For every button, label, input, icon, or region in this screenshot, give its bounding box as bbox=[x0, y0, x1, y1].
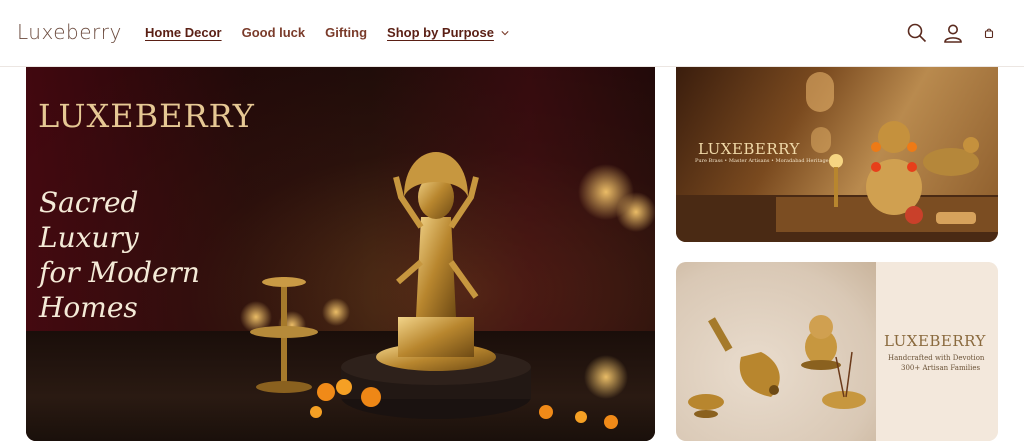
chevron-down-icon bbox=[501, 30, 509, 35]
nav-gifting[interactable]: Gifting bbox=[325, 25, 367, 40]
tagline-line: Homes bbox=[39, 291, 138, 324]
nav-shop-by-purpose[interactable]: Shop by Purpose bbox=[387, 25, 509, 40]
header-icons bbox=[894, 20, 1002, 46]
tile-bottom-subline-2: 300+ Artisan Families bbox=[901, 364, 981, 372]
search-button[interactable] bbox=[904, 20, 930, 46]
account-icon bbox=[944, 24, 962, 43]
hero-banner[interactable]: LUXEBERRY Sacred Luxury for Modern Homes bbox=[26, 67, 655, 441]
tagline-line: Luxury bbox=[39, 221, 139, 254]
nav-home-decor-label: Home Decor bbox=[145, 25, 222, 40]
nav-good-luck[interactable]: Good luck bbox=[242, 25, 306, 40]
cart-button[interactable] bbox=[976, 20, 1002, 46]
brass-objects-illustration bbox=[688, 315, 866, 418]
search-icon bbox=[907, 23, 927, 43]
nav-shop-by-purpose-label: Shop by Purpose bbox=[387, 25, 494, 40]
brass-objects-photo bbox=[676, 262, 876, 441]
promo-tile-heritage[interactable]: LUXEBERRY Pure Brass • Master Artisans •… bbox=[676, 67, 998, 242]
tile-bottom-text-panel bbox=[876, 262, 998, 441]
tagline-line: Sacred bbox=[39, 186, 139, 219]
nav-good-luck-label: Good luck bbox=[241, 25, 306, 40]
site-logo[interactable]: Luxeberry bbox=[17, 20, 122, 44]
nav-gifting-label: Gifting bbox=[325, 25, 368, 40]
hero-brand: LUXEBERRY bbox=[38, 97, 255, 135]
nav-home-decor[interactable]: Home Decor bbox=[145, 25, 222, 40]
tile-top-brand: LUXEBERRY bbox=[698, 140, 800, 158]
tile-bottom-subline-1: Handcrafted with Devotion bbox=[888, 354, 985, 362]
account-button[interactable] bbox=[940, 20, 966, 46]
promo-tile-handcrafted[interactable]: LUXEBERRY Handcrafted with Devotion 300+… bbox=[676, 262, 998, 441]
cart-icon bbox=[984, 28, 994, 39]
hero-tagline: Sacred Luxury for Modern Homes bbox=[39, 185, 279, 325]
site-header: Luxeberry Home Decor Good luck Gifting S… bbox=[0, 0, 1024, 67]
tile-bottom-brand: LUXEBERRY bbox=[884, 332, 986, 350]
main-nav: Home Decor Good luck Gifting Shop by Pur… bbox=[145, 25, 529, 40]
tagline-line: for Modern bbox=[39, 256, 200, 289]
tile-top-subline: Pure Brass • Master Artisans • Moradabad… bbox=[695, 158, 829, 164]
